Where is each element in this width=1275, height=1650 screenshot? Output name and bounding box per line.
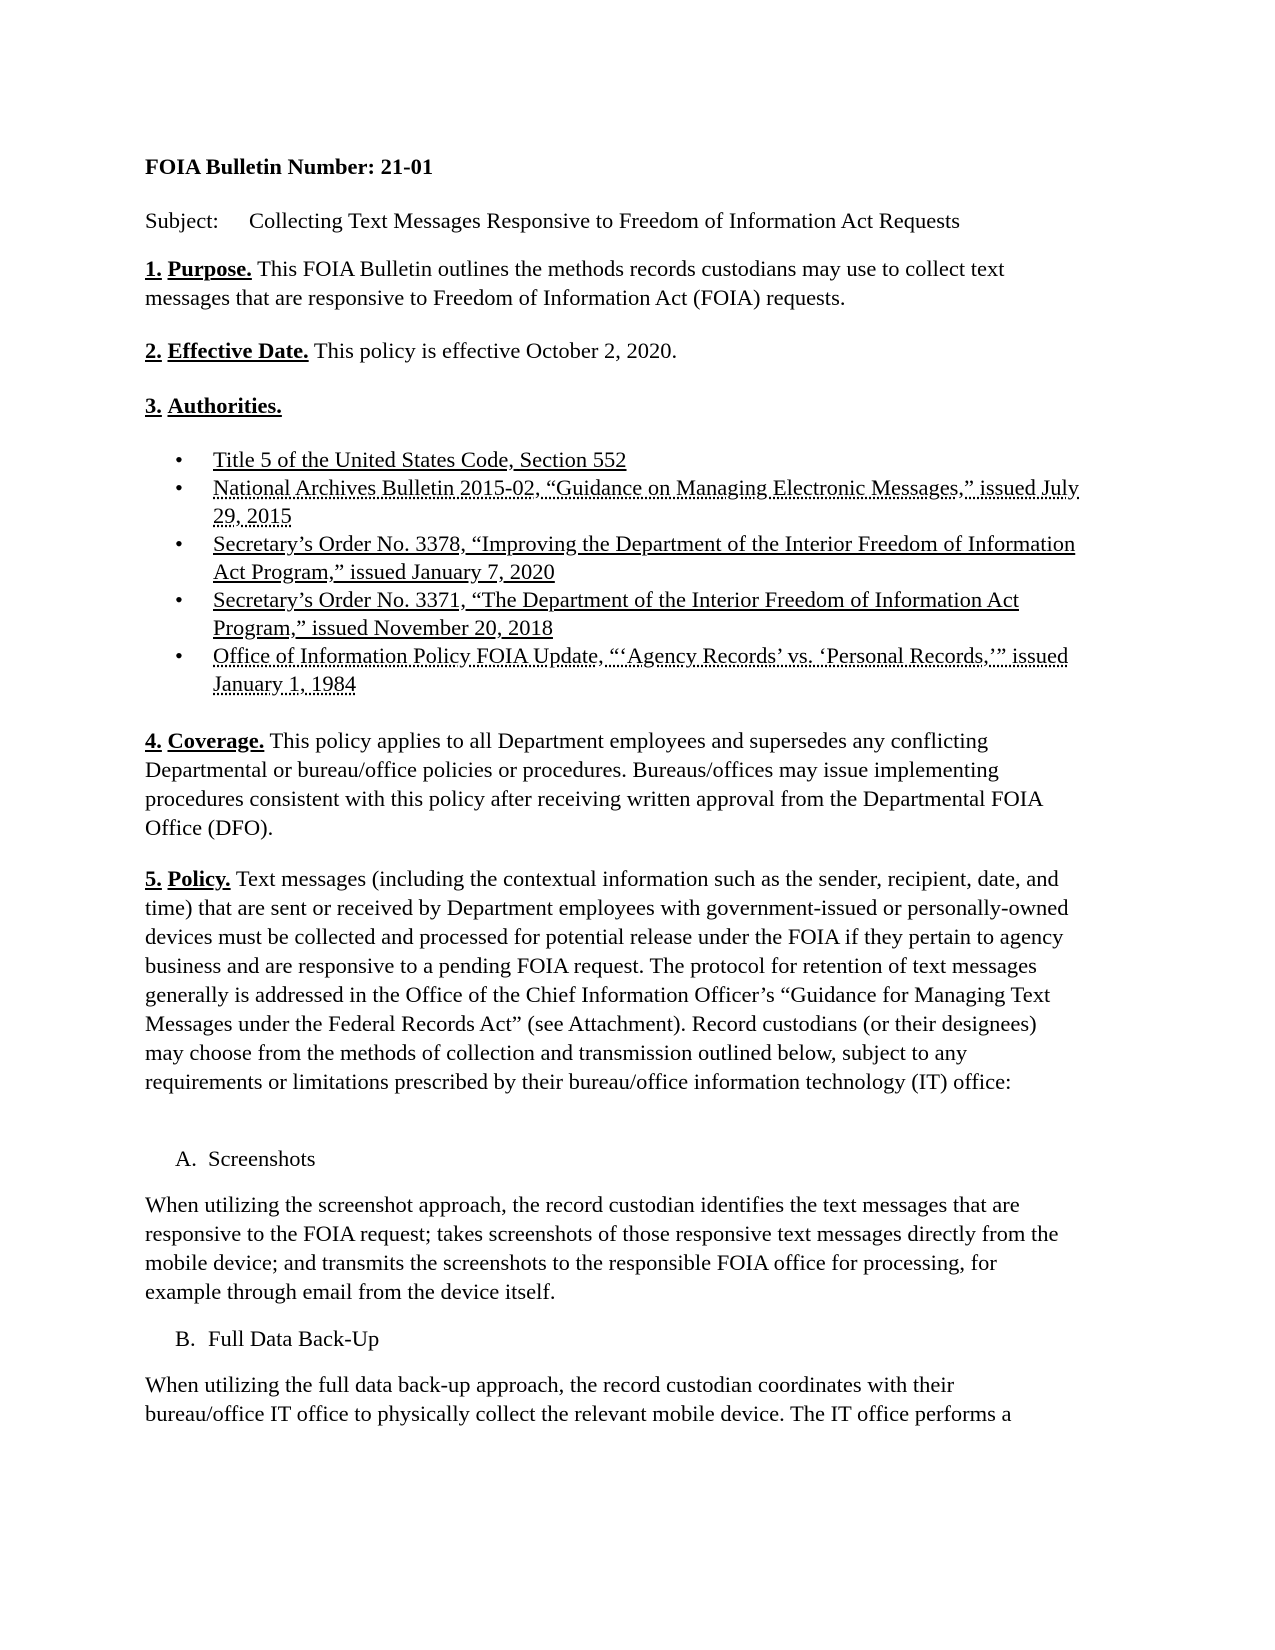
list-item: • Office of Information Policy FOIA Upda… <box>145 642 1085 698</box>
section-number: 4. <box>145 728 162 753</box>
authority-link[interactable]: Office of Information Policy FOIA Update… <box>213 643 1068 696</box>
authority-link[interactable]: Title 5 of the United States Code, Secti… <box>213 447 627 472</box>
subject-line: Subject: Collecting Text Messages Respons… <box>145 206 960 235</box>
list-item: • Title 5 of the United States Code, Sec… <box>145 446 1085 474</box>
method-label: Screenshots <box>208 1146 316 1171</box>
section-text: This FOIA Bulletin outlines the methods … <box>145 256 1005 310</box>
method-label: Full Data Back-Up <box>208 1326 380 1351</box>
subject-label: Subject: <box>145 208 219 233</box>
section-heading: Policy. <box>167 866 231 891</box>
bullet-icon: • <box>175 447 183 472</box>
section-purpose: 1. Purpose. This FOIA Bulletin outlines … <box>145 254 1075 312</box>
section-effective-date: 2. Effective Date. This policy is effect… <box>145 336 1075 365</box>
list-item: • National Archives Bulletin 2015-02, “G… <box>145 474 1085 530</box>
section-heading: Authorities. <box>167 393 282 418</box>
section-number: 2. <box>145 338 162 363</box>
section-text: This policy is effective October 2, 2020… <box>308 338 678 363</box>
section-heading: Effective Date. <box>167 338 309 363</box>
section-text: This policy applies to all Department em… <box>145 728 1043 840</box>
section-number: 5. <box>145 866 162 891</box>
method-a-heading: A. Screenshots <box>175 1144 315 1173</box>
section-number: 3. <box>145 393 162 418</box>
authority-link[interactable]: Secretary’s Order No. 3378, “Improving t… <box>213 531 1075 584</box>
bullet-icon: • <box>175 587 183 612</box>
subject-text: Collecting Text Messages Responsive to F… <box>249 208 961 233</box>
authority-link[interactable]: Secretary’s Order No. 3371, “The Departm… <box>213 587 1019 640</box>
section-heading: Purpose. <box>167 256 252 281</box>
bullet-icon: • <box>175 531 183 556</box>
section-heading: Coverage. <box>167 728 265 753</box>
section-coverage: 4. Coverage. This policy applies to all … <box>145 726 1075 842</box>
authority-link[interactable]: National Archives Bulletin 2015-02, “Gui… <box>213 475 1079 528</box>
method-b-text: When utilizing the full data back-up app… <box>145 1372 1012 1426</box>
bullet-icon: • <box>175 475 183 500</box>
section-text: Text messages (including the contextual … <box>145 866 1069 1094</box>
list-item: • Secretary’s Order No. 3378, “Improving… <box>145 530 1085 586</box>
section-number: 1. <box>145 256 162 281</box>
method-letter: A. <box>175 1146 197 1171</box>
method-a-text: When utilizing the screenshot approach, … <box>145 1192 1059 1304</box>
bullet-icon: • <box>175 643 183 668</box>
bulletin-title: FOIA Bulletin Number: 21-01 <box>145 154 434 179</box>
method-b-heading: B. Full Data Back-Up <box>175 1324 379 1353</box>
section-authorities: 3. Authorities. <box>145 391 1075 420</box>
section-policy: 5. Policy. Text messages (including the … <box>145 864 1075 1096</box>
method-letter: B. <box>175 1326 196 1351</box>
list-item: • Secretary’s Order No. 3371, “The Depar… <box>145 586 1085 642</box>
authorities-list: • Title 5 of the United States Code, Sec… <box>145 446 1085 698</box>
